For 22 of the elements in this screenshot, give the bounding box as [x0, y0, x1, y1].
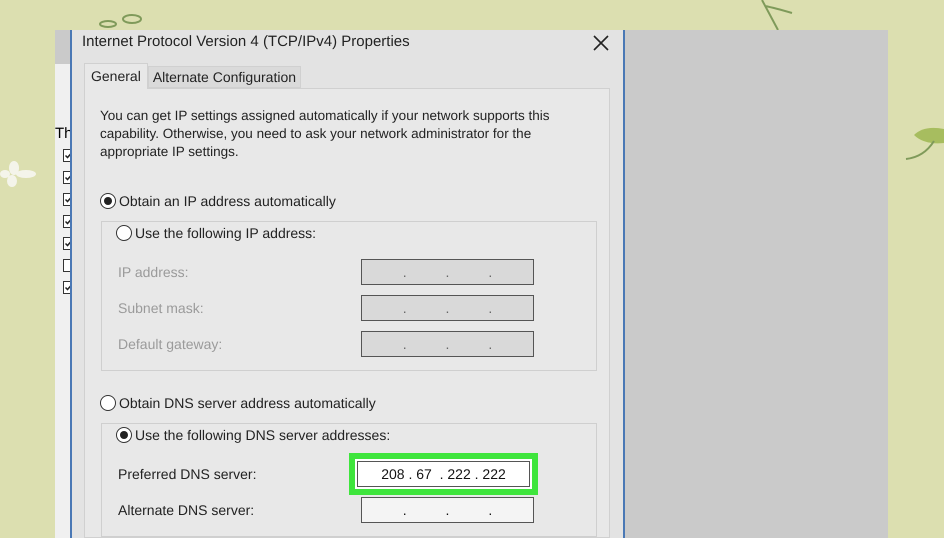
tab[interactable]: Alternate Configuration [148, 66, 302, 88]
field-label: Preferred DNS server: [118, 464, 258, 484]
ip-address-field[interactable]: 208 . 67 . 222 . 222 [357, 461, 530, 487]
close-button[interactable] [591, 32, 611, 52]
radio-label: Obtain an IP address automatically [119, 192, 336, 211]
field-label: Alternate DNS server: [118, 500, 256, 520]
leaf-drawing [904, 125, 944, 161]
field-label: Subnet mask: [118, 298, 205, 318]
field-label: IP address: [118, 262, 190, 282]
close-icon [593, 34, 609, 50]
tab[interactable]: General [84, 63, 148, 89]
radio-button[interactable] [100, 395, 116, 411]
radio-label: Obtain DNS server address automatically [119, 394, 376, 413]
radio-button[interactable] [116, 427, 132, 443]
radio-label: Use the following IP address: [135, 224, 316, 243]
ip-address-field[interactable]: . . . [361, 497, 534, 523]
radio-button[interactable] [100, 193, 116, 209]
radio-button[interactable] [116, 225, 132, 241]
description-text: You can get IP settings assigned automatically if your network supports this capability. Otherwise, you need to ask your network administrator for the appropriate IP settings. [100, 107, 551, 161]
field-label: Default gateway: [118, 334, 224, 354]
window-title: Internet Protocol Version 4 (TCP/IPv4) Properties [82, 32, 410, 52]
radio-label: Use the following DNS server addresses: [135, 426, 390, 445]
